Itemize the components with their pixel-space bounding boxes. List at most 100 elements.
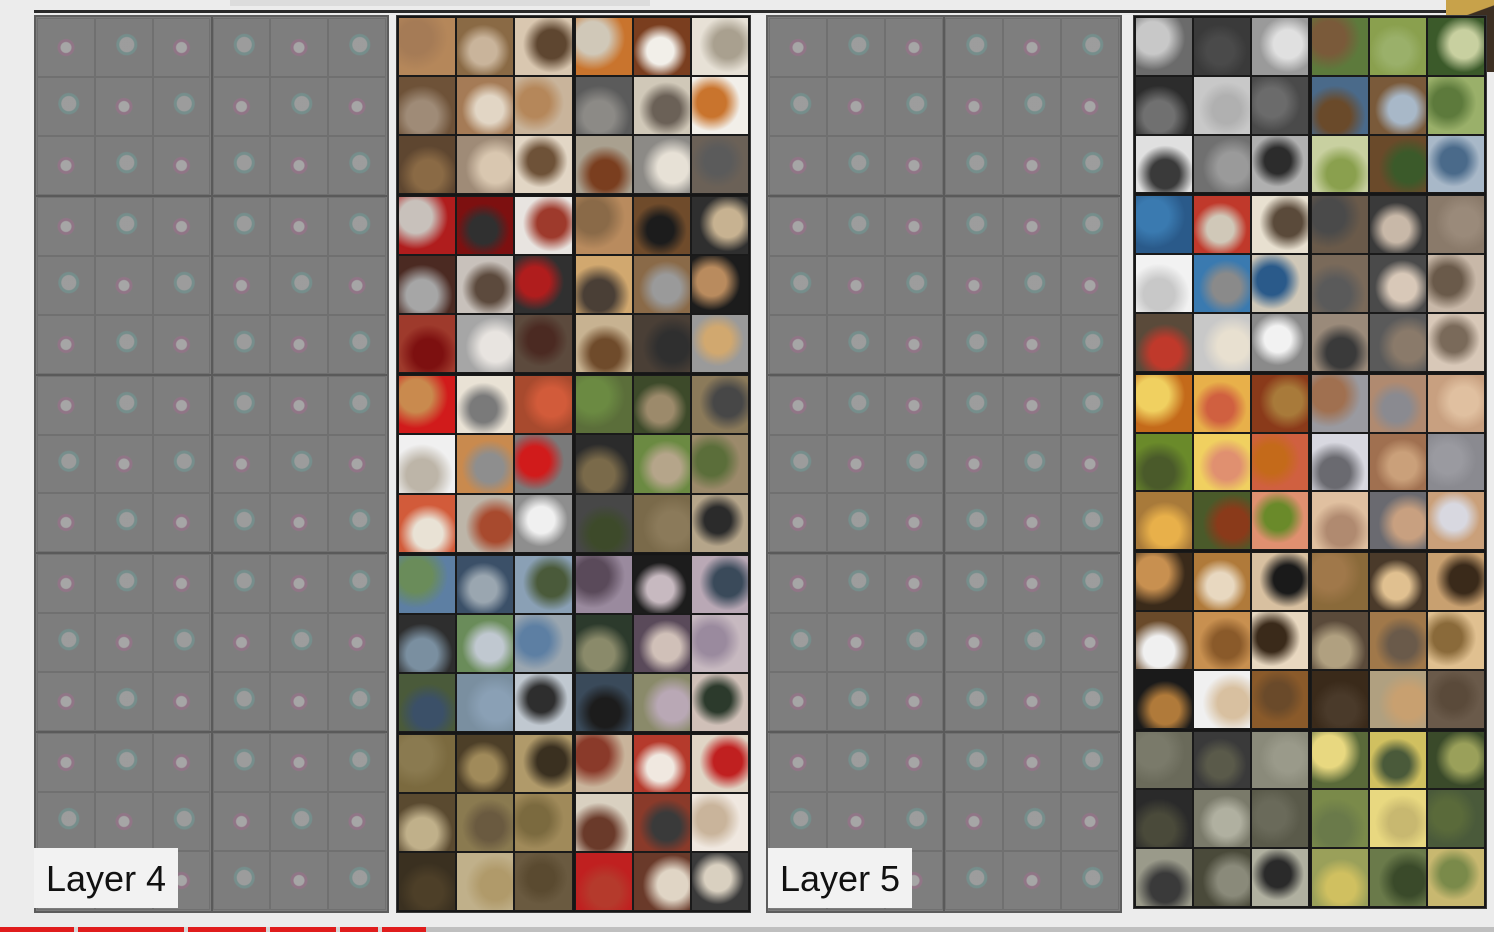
feature-block [769, 18, 943, 195]
progress-chapter-segment[interactable] [0, 927, 74, 932]
feature-cell [1061, 672, 1119, 732]
feature-cell [37, 613, 95, 673]
image-patch-block [574, 375, 749, 553]
image-patch [1369, 312, 1427, 372]
image-patch [1311, 789, 1369, 849]
image-patch-block [1135, 195, 1309, 372]
feature-cell [827, 733, 885, 793]
feature-block [945, 18, 1119, 195]
image-patch [1427, 552, 1485, 611]
feature-cell [152, 135, 211, 195]
feature-block [212, 375, 387, 553]
feature-cell [37, 434, 95, 494]
image-patch-block [1311, 730, 1485, 907]
image-patch-block [574, 196, 749, 374]
image-patch [574, 255, 633, 315]
feature-cell [270, 314, 329, 374]
feature-cell [1061, 733, 1119, 793]
progress-chapter-segment[interactable] [382, 927, 426, 932]
feature-cell [1003, 135, 1061, 195]
image-patch [456, 554, 515, 614]
image-patch [456, 493, 515, 553]
feature-cell [1003, 613, 1061, 673]
image-patch [1369, 669, 1427, 729]
image-patch [632, 196, 691, 256]
image-patch [1427, 610, 1485, 670]
progress-chapter-segment[interactable] [340, 927, 378, 932]
feature-cell [769, 493, 827, 553]
feature-block [212, 733, 387, 910]
feature-cell [945, 255, 1003, 315]
progress-chapter-segment[interactable] [270, 927, 336, 932]
feature-cell [152, 733, 211, 793]
image-patch-block [398, 733, 573, 911]
image-patch [1193, 254, 1251, 313]
feature-cell [1003, 255, 1061, 315]
image-patch [398, 851, 457, 911]
image-patch [1135, 730, 1193, 790]
feature-cell [328, 672, 386, 732]
layer5-image-patches-panel [1133, 15, 1487, 909]
image-patch [574, 375, 633, 435]
image-patch [1135, 254, 1193, 313]
image-patch [1427, 134, 1485, 194]
feature-cell [945, 554, 1003, 614]
image-patch [398, 672, 457, 732]
image-patch [1135, 669, 1193, 729]
feature-block [945, 554, 1119, 732]
progress-chapter-segment[interactable] [78, 927, 184, 932]
feature-cell [94, 196, 153, 256]
image-patch [1193, 17, 1251, 76]
image-patch [456, 17, 515, 77]
feature-cell [945, 613, 1003, 673]
feature-cell [827, 613, 885, 673]
image-patch [574, 434, 633, 494]
feature-cell [152, 554, 211, 614]
image-patch [1135, 491, 1193, 551]
block-divider [36, 373, 387, 376]
feature-cell [37, 314, 95, 374]
feature-cell [37, 493, 95, 553]
image-patch-block [1135, 552, 1309, 729]
image-patch [456, 196, 515, 256]
image-patch [1311, 491, 1369, 551]
image-patch [514, 434, 573, 494]
feature-cell [885, 554, 943, 614]
image-patch [632, 554, 691, 614]
feature-block [769, 196, 943, 374]
image-patch [1135, 373, 1193, 433]
feature-cell [94, 314, 153, 374]
image-patch [1369, 254, 1427, 313]
feature-cell [212, 672, 271, 732]
feature-cell [769, 255, 827, 315]
layer4-feature-visualization-panel [34, 15, 389, 913]
block-divider [943, 17, 945, 911]
image-patch [1193, 669, 1251, 729]
image-patch [514, 851, 573, 911]
feature-cell [328, 434, 386, 494]
image-patch [574, 733, 633, 793]
feature-cell [328, 733, 386, 793]
image-patch [1369, 195, 1427, 255]
image-patch [690, 135, 749, 195]
feature-cell [328, 613, 386, 673]
feature-cell [270, 493, 329, 553]
feature-cell [152, 613, 211, 673]
image-patch [1193, 432, 1251, 492]
image-patch [574, 196, 633, 256]
feature-cell [1003, 76, 1061, 136]
image-patch [1427, 75, 1485, 135]
image-patch [398, 17, 457, 77]
image-patch [456, 851, 515, 911]
image-patch [398, 613, 457, 673]
progress-chapter-segment[interactable] [188, 927, 266, 932]
image-patch-block [398, 375, 573, 553]
feature-cell [827, 76, 885, 136]
feature-cell [945, 314, 1003, 374]
feature-cell [212, 255, 271, 315]
feature-cell [152, 672, 211, 732]
feature-cell [769, 733, 827, 793]
image-patch [1251, 552, 1309, 611]
image-patch [398, 792, 457, 852]
video-progress-bar[interactable] [0, 927, 1494, 932]
